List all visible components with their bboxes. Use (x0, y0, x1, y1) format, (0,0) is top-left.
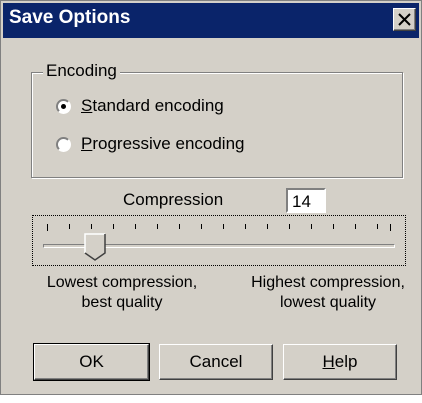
standard-encoding-label: Standard encoding (81, 96, 224, 115)
standard-encoding-radio[interactable]: Standard encoding (56, 96, 224, 116)
close-icon (398, 13, 411, 26)
compression-label: Compression (123, 190, 224, 209)
help-button[interactable]: Help (283, 344, 397, 380)
title-bar[interactable]: Save Options (3, 3, 419, 38)
radio-button-unselected[interactable] (56, 136, 71, 152)
lowest-compression-caption: Lowest compression, best quality (46, 274, 198, 311)
progressive-encoding-label: Progressive encoding (81, 134, 245, 153)
save-options-dialog: Save Options Encoding Standard encoding … (0, 0, 422, 395)
slider-thumb[interactable] (84, 233, 106, 261)
encoding-groupbox (31, 72, 403, 178)
radio-button-selected[interactable] (56, 98, 71, 114)
cancel-button[interactable]: Cancel (159, 344, 273, 380)
highest-compression-caption: Highest compression, lowest quality (251, 274, 405, 311)
close-button[interactable] (393, 8, 416, 31)
compression-value-field[interactable]: 14 (286, 188, 326, 213)
window-title: Save Options (9, 7, 131, 28)
slider-ticks (47, 224, 391, 231)
progressive-encoding-radio[interactable]: Progressive encoding (56, 134, 245, 154)
encoding-group-label: Encoding (43, 61, 120, 81)
ok-button[interactable]: OK (33, 343, 150, 381)
